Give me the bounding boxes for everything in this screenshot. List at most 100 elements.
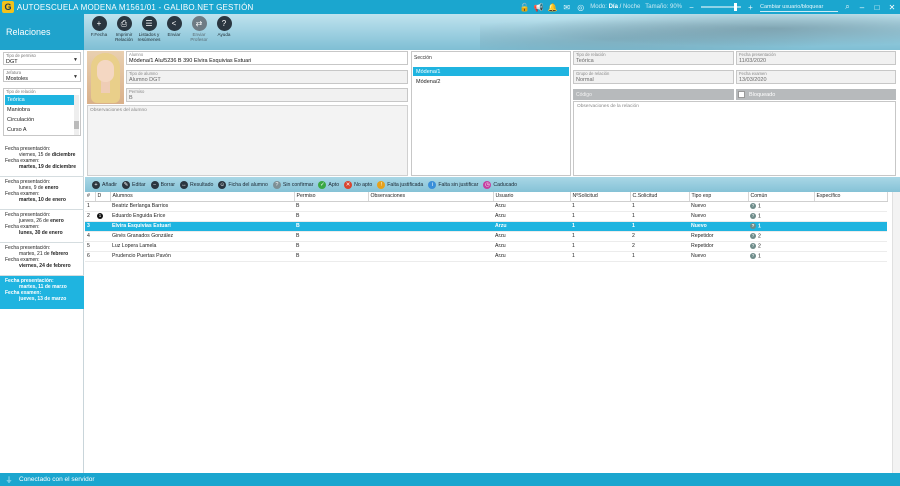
plus-icon: + — [92, 180, 100, 189]
relation-group-value: Normal — [576, 77, 594, 83]
cell-csol: 1 — [630, 251, 689, 262]
column-header[interactable]: Observaciones — [368, 192, 494, 202]
cell-permiso: B — [294, 221, 368, 232]
table-row-selected[interactable]: 3 Elvira Esquivias Estuari B Arzu 1 1 Nuevo? 1 — [85, 221, 887, 232]
close-button[interactable]: ✕ — [887, 3, 897, 12]
exam-date-item[interactable]: Fecha presentación: lunes, 9 de enero Fe… — [0, 177, 84, 210]
zoom-out-icon[interactable]: − — [687, 3, 696, 12]
relation-notes[interactable]: Observaciones de la relación — [573, 101, 896, 176]
send-button[interactable]: < Enviar — [163, 16, 185, 42]
result-button[interactable]: ↔ Resultado — [179, 180, 213, 189]
lists-button[interactable]: ☰ Listados y resúmenes — [138, 16, 160, 42]
unconfirmed-button[interactable]: ? Sin confirmar — [272, 180, 313, 189]
column-header[interactable]: # — [85, 192, 96, 202]
section-item[interactable]: Módena/1 — [413, 67, 569, 76]
blocked-checkbox[interactable] — [738, 91, 745, 98]
column-header[interactable]: Usuario — [493, 192, 571, 202]
column-header[interactable]: NºSolicitud — [570, 192, 631, 202]
cell-csol: 1 — [630, 221, 689, 232]
justified-absence-button[interactable]: ! Falta justificada — [377, 180, 423, 189]
cell-n: 4 — [85, 231, 95, 242]
zoom-in-icon[interactable]: + — [746, 3, 755, 12]
megaphone-icon[interactable]: 📢 — [534, 3, 544, 12]
cell-n: 6 — [85, 251, 95, 262]
relation-type-item[interactable]: Curso A — [5, 125, 74, 135]
maximize-button[interactable]: □ — [872, 3, 882, 12]
cell-esp — [814, 231, 887, 242]
column-header[interactable]: Permiso — [294, 192, 369, 202]
column-header[interactable]: Específico — [814, 192, 888, 202]
exam-date-item[interactable]: Fecha presentación: martes, 21 de febrer… — [0, 243, 84, 276]
help-button[interactable]: ? Ayuda — [213, 16, 235, 42]
cell-esp — [814, 241, 887, 252]
size-slider[interactable] — [701, 3, 741, 11]
list-icon: ☰ — [141, 16, 157, 31]
print-button[interactable]: ⎙ Imprimir Relación — [113, 16, 135, 42]
jefatura-select[interactable]: Jefatura Mostoles ▼ — [3, 69, 81, 82]
mode-selector[interactable]: Modo: Día / Noche — [590, 4, 640, 10]
column-header[interactable]: Común — [748, 192, 815, 202]
user-search-placeholder: Cambiar usuario/bloquear — [760, 3, 824, 10]
pass-button[interactable]: ✓ Apto — [318, 180, 339, 189]
table-row[interactable]: 2 1 Eduardo Enguida Erice B Arzu 1 1 Nuevo? 1 — [85, 211, 887, 222]
section-list[interactable]: Sección Módena/1 Módena/2 — [411, 51, 571, 176]
user-search-field[interactable]: Cambiar usuario/bloquear — [760, 3, 838, 12]
new-date-button[interactable]: + F.Fecha — [88, 16, 110, 42]
student-field[interactable]: Alumno Módena/1 Alu/5236 B 390 Elvira Es… — [126, 51, 408, 65]
bell-icon[interactable]: 🔔 — [548, 3, 558, 12]
table-row[interactable]: 5 Luz Lopera Lamela B Arzu 1 2 Repetidor? 2 — [85, 241, 887, 252]
column-header[interactable]: Tipo exp — [689, 192, 749, 202]
column-header[interactable]: C.Solicitud — [630, 192, 690, 202]
table-row[interactable]: 6 Prudencio Puertas Pavón B Arzu 1 1 Nuevo? 1 — [85, 251, 887, 262]
question-icon: ? — [272, 180, 281, 189]
column-header[interactable]: D — [95, 192, 111, 202]
relation-type-item[interactable]: Circulación — [5, 115, 74, 125]
plus-icon: + — [91, 16, 107, 31]
minimize-button[interactable]: – — [857, 3, 867, 12]
scrollbar-thumb[interactable] — [74, 121, 79, 129]
student-card-button[interactable]: ☺ Ficha del alumno — [218, 180, 268, 189]
table-row[interactable]: 4 Ginés Granados González B Arzu 1 2 Repetidor… — [85, 231, 887, 242]
relation-type-list[interactable]: Tipo de relación Teórica Maniobra Circul… — [3, 88, 81, 136]
jefatura-label: Jefatura — [6, 70, 22, 75]
add-button[interactable]: + Añadir — [92, 180, 117, 189]
cell-alumno: Luz Lopera Lamela — [110, 241, 294, 252]
permit-type-select[interactable]: Tipo de permiso DGT ▼ — [3, 52, 81, 65]
delete-button[interactable]: − Borrar — [150, 180, 175, 189]
unjustified-absence-button[interactable]: i Falta sin justificar — [428, 180, 478, 189]
exam-date-item[interactable]: Fecha presentación: jueves, 26 de enero … — [0, 210, 84, 243]
relation-type-item[interactable]: Teórica — [5, 95, 74, 105]
section-item[interactable]: Módena/2 — [413, 77, 569, 86]
table-row[interactable]: 1 Beatriz Berlanga Barrios B Arzu 1 1 Nuevo? 1 — [85, 201, 887, 212]
mode-night[interactable]: Noche — [623, 4, 640, 10]
search-icon[interactable]: ⌕ — [843, 2, 852, 12]
cell-obs — [368, 251, 493, 262]
clock-icon: ◷ — [483, 180, 492, 189]
edit-button[interactable]: ✎ Editar — [122, 180, 146, 189]
cell-n: 5 — [85, 241, 95, 252]
cell-tipo: Repetidor — [689, 241, 748, 252]
fail-button[interactable]: ✕ No apto — [344, 180, 372, 189]
unlock-icon[interactable]: 🔓 — [520, 3, 530, 12]
relation-type-item[interactable]: Maniobra — [5, 105, 74, 115]
blocked-checkbox-row[interactable]: Bloqueado — [736, 89, 896, 100]
exam-date-item[interactable]: Fecha presentación: viernes, 15 de dicie… — [0, 144, 84, 177]
relation-list-scrollbar[interactable] — [74, 95, 79, 135]
size-slider-knob[interactable] — [734, 3, 738, 11]
mode-day[interactable]: Día — [609, 4, 618, 10]
student-notes[interactable]: Observaciones del alumno — [87, 105, 408, 176]
code-field[interactable]: Código — [573, 89, 734, 100]
send-professor-button[interactable]: ⇄ Enviar Profesor — [188, 16, 210, 42]
header-band: Relaciones + F.Fecha ⎙ Imprimir Relación ☰… — [0, 14, 900, 50]
exam-date-item-selected[interactable]: Fecha presentación: martes, 11 de marzo … — [0, 276, 84, 309]
cell-usuario: Arzu — [493, 231, 570, 242]
expired-button[interactable]: ◷ Caducado — [483, 180, 517, 189]
message-icon[interactable]: ✉ — [562, 3, 571, 12]
globe-icon[interactable]: ◎ — [576, 3, 585, 12]
cell-csol: 2 — [630, 241, 689, 252]
table-scrollbar[interactable] — [892, 192, 900, 473]
column-header[interactable]: Alumnos — [110, 192, 295, 202]
help-icon: ? — [216, 16, 232, 31]
common-count: 2 — [758, 233, 761, 240]
cell-comun: ? 1 — [748, 251, 814, 262]
